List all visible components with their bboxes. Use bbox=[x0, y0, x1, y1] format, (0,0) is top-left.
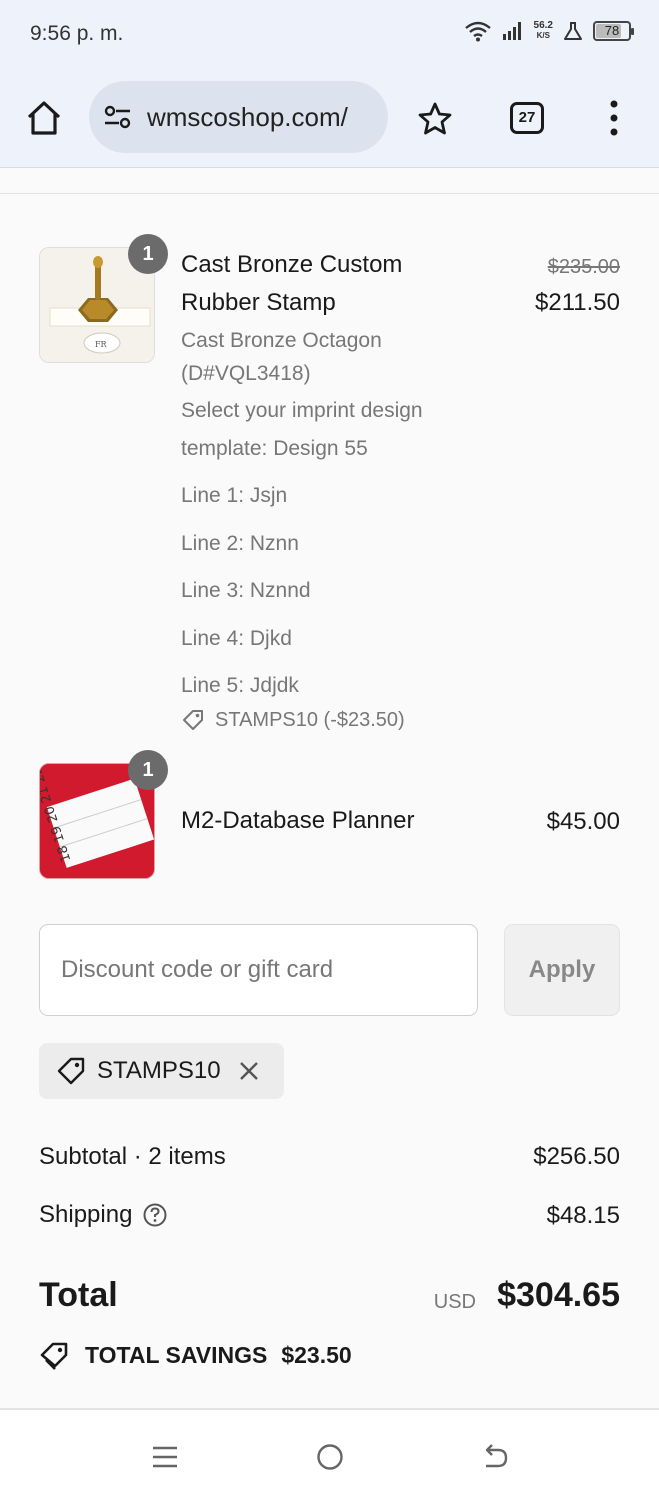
home-circle-icon[interactable] bbox=[315, 1442, 345, 1472]
cart-item-planner: 18 19 20 21 22 23 1 M2-Database Planner … bbox=[0, 0, 659, 900]
help-question-icon[interactable] bbox=[142, 1202, 168, 1228]
shipping-label: Shipping bbox=[39, 1201, 133, 1228]
applied-discount-chip: STAMPS10 bbox=[39, 1043, 284, 1099]
quantity-badge: 1 bbox=[128, 750, 168, 790]
item-price: $45.00 bbox=[546, 808, 620, 835]
shipping-value: $48.15 bbox=[546, 1202, 620, 1229]
applied-code-text: STAMPS10 bbox=[97, 1057, 221, 1084]
subtotal-value: $256.50 bbox=[533, 1143, 620, 1170]
remove-code-close-icon[interactable] bbox=[237, 1059, 261, 1083]
total-label: Total bbox=[39, 1276, 118, 1314]
savings-label: TOTAL SAVINGS bbox=[85, 1341, 268, 1368]
item-title: M2-Database Planner bbox=[181, 807, 415, 834]
tag-icon bbox=[57, 1057, 85, 1085]
savings-tag-icon bbox=[40, 1342, 68, 1370]
apply-discount-button[interactable]: Apply bbox=[504, 924, 620, 1016]
total-currency: USD bbox=[433, 1291, 476, 1313]
discount-code-input[interactable] bbox=[39, 924, 478, 1016]
back-arrow-icon[interactable] bbox=[480, 1442, 510, 1472]
savings-value: $23.50 bbox=[281, 1341, 352, 1368]
recent-apps-icon[interactable] bbox=[150, 1442, 180, 1472]
system-navigation-bar bbox=[0, 1410, 659, 1500]
total-value: $304.65 bbox=[497, 1276, 620, 1314]
subtotal-label: Subtotal · 2 items bbox=[39, 1143, 226, 1170]
shipping-row: Shipping bbox=[39, 1201, 168, 1229]
total-savings: TOTAL SAVINGS $23.50 bbox=[39, 1339, 352, 1371]
